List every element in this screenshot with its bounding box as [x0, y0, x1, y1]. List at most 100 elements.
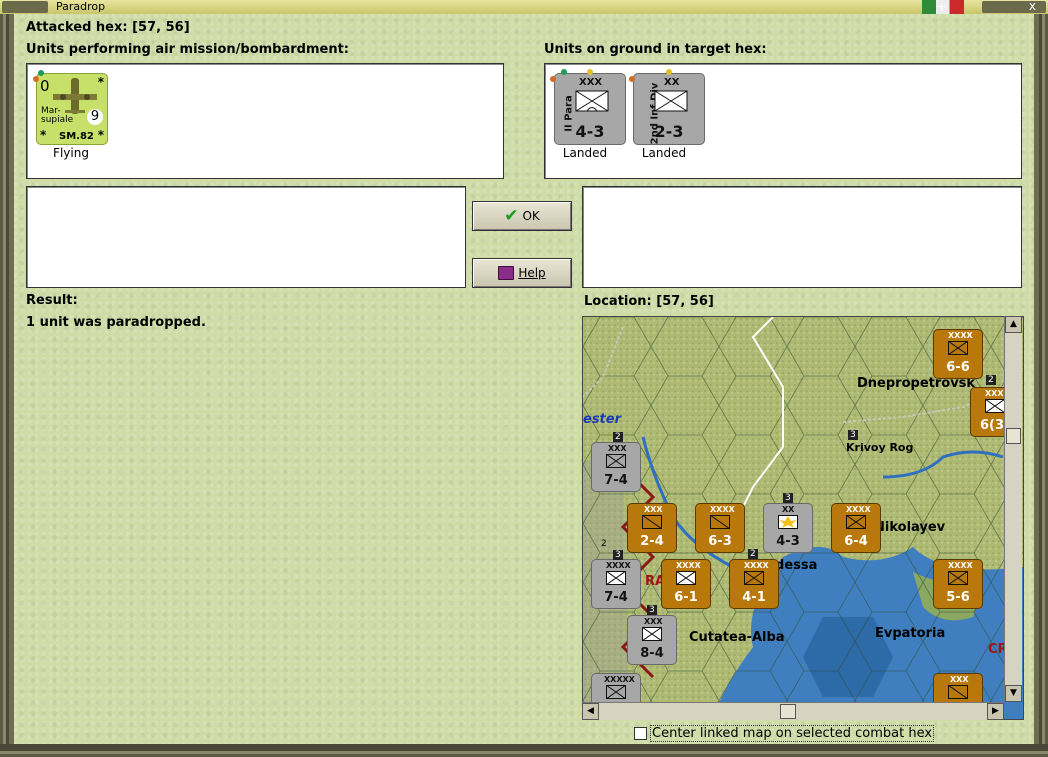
infantry-symbol-icon	[606, 685, 626, 699]
ground-unit-size: XXX	[579, 77, 603, 88]
checkmark-icon: ✔	[504, 205, 519, 226]
air-unit-star: *	[97, 75, 104, 89]
italy-flag-icon: +	[922, 0, 964, 14]
unit-marker-icon	[666, 69, 672, 75]
scroll-right-arrow-icon[interactable]: ▶	[987, 703, 1004, 720]
map-unit-size: XXX	[950, 675, 969, 684]
location: Location: [57, 56]	[584, 294, 714, 309]
city-label: Nikolayev	[874, 520, 946, 535]
center-map-checkbox-label[interactable]: Center linked map on selected combat hex	[650, 725, 935, 742]
infantry-symbol-icon	[846, 515, 866, 529]
map-unit-size: XXXX	[846, 505, 871, 514]
infantry-symbol-icon	[676, 571, 696, 585]
infantry-symbol-icon	[642, 515, 662, 529]
infantry-symbol-icon	[606, 571, 626, 585]
ground-unit-values: 2-3	[654, 122, 684, 141]
result-text: 1 unit was paradropped.	[26, 315, 206, 330]
help-book-icon	[498, 266, 515, 280]
help-button[interactable]: Help	[472, 258, 572, 288]
window-frame-bottom	[0, 744, 1048, 757]
location-label: Location:	[584, 294, 652, 309]
map-unit-size: XXXX	[948, 561, 973, 570]
map-unit-counter[interactable]: XXXX 5-6	[933, 559, 983, 609]
infantry-symbol-icon	[948, 685, 968, 699]
map-unit-counter[interactable]: XXXX 4-1	[729, 559, 779, 609]
attacked-hex: Attacked hex: [57, 56]	[26, 20, 190, 35]
map-unit-size: XXXX	[710, 505, 735, 514]
map-unit-size: XXX	[644, 505, 663, 514]
map-unit-size: XXXX	[948, 331, 973, 340]
infantry-symbol-icon	[948, 571, 968, 585]
stack-count-badge: 3	[848, 430, 858, 440]
horizontal-scroll-thumb[interactable]	[780, 704, 796, 719]
ground-unit-status-1: Landed	[562, 146, 608, 160]
map-unit-counter[interactable]: XXXX 6-1	[661, 559, 711, 609]
map-unit-size: XXXX	[606, 561, 631, 570]
window-frame-left	[0, 14, 14, 757]
combat-explosion-icon	[778, 515, 798, 529]
unit-marker-icon	[38, 70, 44, 76]
center-map-checkbox[interactable]	[634, 727, 647, 740]
air-unit-type: SM.82	[59, 131, 94, 142]
map-unit-counter[interactable]: XXX 2-4	[627, 503, 677, 553]
map-unit-counter[interactable]: XXXX 7-4	[591, 559, 641, 609]
unit-marker-icon	[33, 76, 39, 82]
map-unit-size: XXXX	[676, 561, 701, 570]
help-button-label: Help	[518, 266, 546, 280]
map-unit-values: 6-4	[844, 534, 868, 549]
window-frame-right	[1034, 14, 1048, 757]
stack-count-badge: 2	[601, 539, 607, 549]
ok-button[interactable]: ✔ OK	[472, 201, 572, 231]
map-unit-values: 7-4	[604, 473, 628, 488]
map-unit-counter[interactable]: XXXX 6-3	[695, 503, 745, 553]
map-unit-counter-selected[interactable]: XX 4-3	[763, 503, 813, 553]
result-label: Result:	[26, 293, 78, 308]
infantry-symbol-icon	[710, 515, 730, 529]
air-unit-name: Mar- supiale	[41, 107, 73, 125]
map-unit-values: 4-3	[776, 534, 800, 549]
air-units-label: Units performing air mission/bombardment…	[26, 42, 350, 57]
ground-unit-counter-1[interactable]: II Para XXX 4-3	[550, 69, 626, 145]
attacker-details-box	[26, 186, 466, 288]
map-unit-values: 5-6	[946, 590, 970, 605]
city-label: Cutatea-Alba	[689, 630, 785, 645]
air-unit-counter[interactable]: 0 * Mar- supiale 9 * * SM.82	[33, 70, 108, 145]
attacked-hex-value: [57, 56]	[132, 20, 190, 35]
map-unit-counter[interactable]: XXX 7-4	[591, 442, 641, 492]
map-unit-values: 7-4	[604, 590, 628, 605]
city-label: Evpatoria	[875, 626, 946, 641]
vertical-scroll-thumb[interactable]	[1006, 428, 1021, 444]
city-label: Krivoy Rog	[846, 441, 914, 454]
ground-units-box: II Para XXX 4-3 Landed 2nd Inf Div XX 2-…	[544, 63, 1022, 179]
map-unit-size: XXX	[644, 617, 663, 626]
map-unit-values: 8-4	[640, 646, 664, 661]
system-menu-button[interactable]	[2, 1, 48, 13]
ground-unit-counter-2[interactable]: 2nd Inf Div XX 2-3	[629, 69, 705, 145]
map-horizontal-scrollbar[interactable]: ◀ ▶	[582, 702, 1004, 720]
infantry-symbol-icon	[985, 399, 1005, 413]
linked-map[interactable]: Dnepropetrovsk Krivoy Rog Odessa Cutatea…	[582, 316, 1024, 720]
dialog-panel: Attacked hex: [57, 56] Units performing …	[14, 14, 1034, 744]
map-unit-counter[interactable]: XXXX 6-6	[933, 329, 983, 379]
air-unit-star-bottom: *	[40, 128, 47, 142]
map-unit-counter[interactable]: XXXX 6-4	[831, 503, 881, 553]
close-button[interactable]: x	[982, 0, 1046, 13]
infantry-symbol-icon	[606, 454, 626, 468]
scroll-left-arrow-icon[interactable]: ◀	[582, 703, 599, 720]
infantry-symbol-icon	[948, 341, 968, 355]
map-vertical-scrollbar[interactable]: ▲ ▼	[1004, 316, 1022, 702]
infantry-symbol-icon	[642, 627, 662, 641]
map-unit-values: 4-1	[742, 590, 766, 605]
infantry-symbol-icon	[744, 571, 764, 585]
infantry-symbol-icon	[575, 90, 609, 112]
scroll-up-arrow-icon[interactable]: ▲	[1005, 316, 1022, 333]
close-icon: x	[1028, 0, 1036, 13]
air-units-box: 0 * Mar- supiale 9 * * SM.82 Flying	[26, 63, 504, 179]
ground-unit-size: XX	[664, 77, 680, 88]
stack-count-badge: 2	[986, 375, 996, 385]
map-unit-values: 6-1	[674, 590, 698, 605]
map-unit-counter[interactable]: XXX 8-4	[627, 615, 677, 665]
stack-count-badge: 2	[613, 432, 623, 442]
stack-count-badge: 2	[748, 549, 758, 559]
scroll-down-arrow-icon[interactable]: ▼	[1005, 685, 1022, 702]
